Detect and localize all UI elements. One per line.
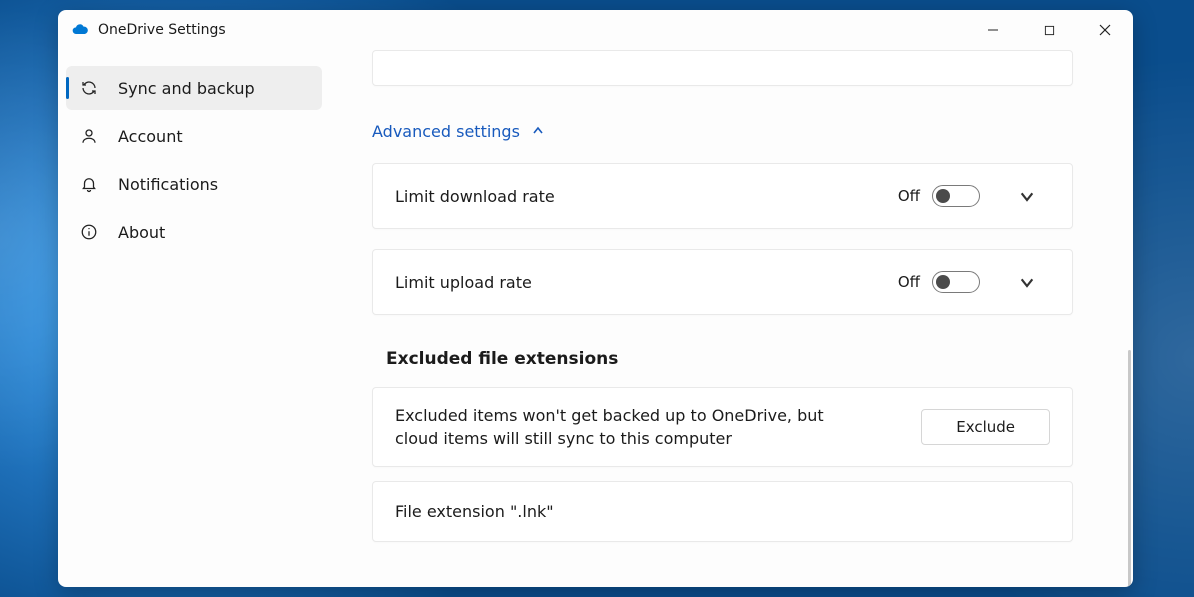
limit-download-toggle[interactable]	[932, 185, 980, 207]
sidebar-item-about[interactable]: About	[66, 210, 322, 254]
limit-upload-row: Limit upload rate Off	[372, 249, 1073, 315]
excluded-extensions-heading: Excluded file extensions	[386, 349, 1073, 369]
sidebar-item-label: Account	[118, 127, 183, 146]
info-icon	[80, 223, 98, 241]
excluded-description: Excluded items won't get backed up to On…	[395, 404, 855, 450]
scrollbar[interactable]	[1128, 350, 1131, 587]
titlebar[interactable]: OneDrive Settings	[58, 10, 1133, 50]
limit-upload-expand[interactable]	[1004, 264, 1050, 300]
limit-download-state: Off	[898, 187, 920, 205]
window-title: OneDrive Settings	[98, 22, 226, 38]
maximize-button[interactable]	[1021, 10, 1077, 50]
sidebar-item-account[interactable]: Account	[66, 114, 322, 158]
file-extension-row: File extension ".lnk"	[372, 481, 1073, 542]
sidebar-item-notifications[interactable]: Notifications	[66, 162, 322, 206]
file-extension-label: File extension ".lnk"	[395, 502, 554, 521]
limit-upload-state: Off	[898, 273, 920, 291]
settings-card-above	[372, 50, 1073, 86]
limit-download-row: Limit download rate Off	[372, 163, 1073, 229]
chevron-up-icon	[532, 122, 544, 141]
person-icon	[80, 127, 98, 145]
content-area: Advanced settings Limit download rate Of…	[330, 50, 1133, 587]
limit-download-expand[interactable]	[1004, 178, 1050, 214]
limit-download-label: Limit download rate	[395, 187, 555, 206]
close-button[interactable]	[1077, 10, 1133, 50]
limit-upload-toggle[interactable]	[932, 271, 980, 293]
chevron-down-icon	[1019, 274, 1035, 290]
sidebar-item-label: About	[118, 223, 165, 242]
exclude-button[interactable]: Exclude	[921, 409, 1050, 445]
onedrive-icon	[72, 22, 88, 38]
sidebar: Sync and backup Account Notifications Ab…	[58, 50, 330, 587]
limit-upload-label: Limit upload rate	[395, 273, 532, 292]
sidebar-item-sync-backup[interactable]: Sync and backup	[66, 66, 322, 110]
window-controls	[965, 10, 1133, 50]
settings-window: OneDrive Settings Sync and backup	[58, 10, 1133, 587]
chevron-down-icon	[1019, 188, 1035, 204]
advanced-settings-label: Advanced settings	[372, 122, 520, 141]
excluded-description-card: Excluded items won't get backed up to On…	[372, 387, 1073, 467]
sidebar-item-label: Sync and backup	[118, 79, 255, 98]
advanced-settings-toggle[interactable]: Advanced settings	[372, 122, 1073, 141]
sidebar-item-label: Notifications	[118, 175, 218, 194]
sync-icon	[80, 79, 98, 97]
bell-icon	[80, 175, 98, 193]
minimize-button[interactable]	[965, 10, 1021, 50]
